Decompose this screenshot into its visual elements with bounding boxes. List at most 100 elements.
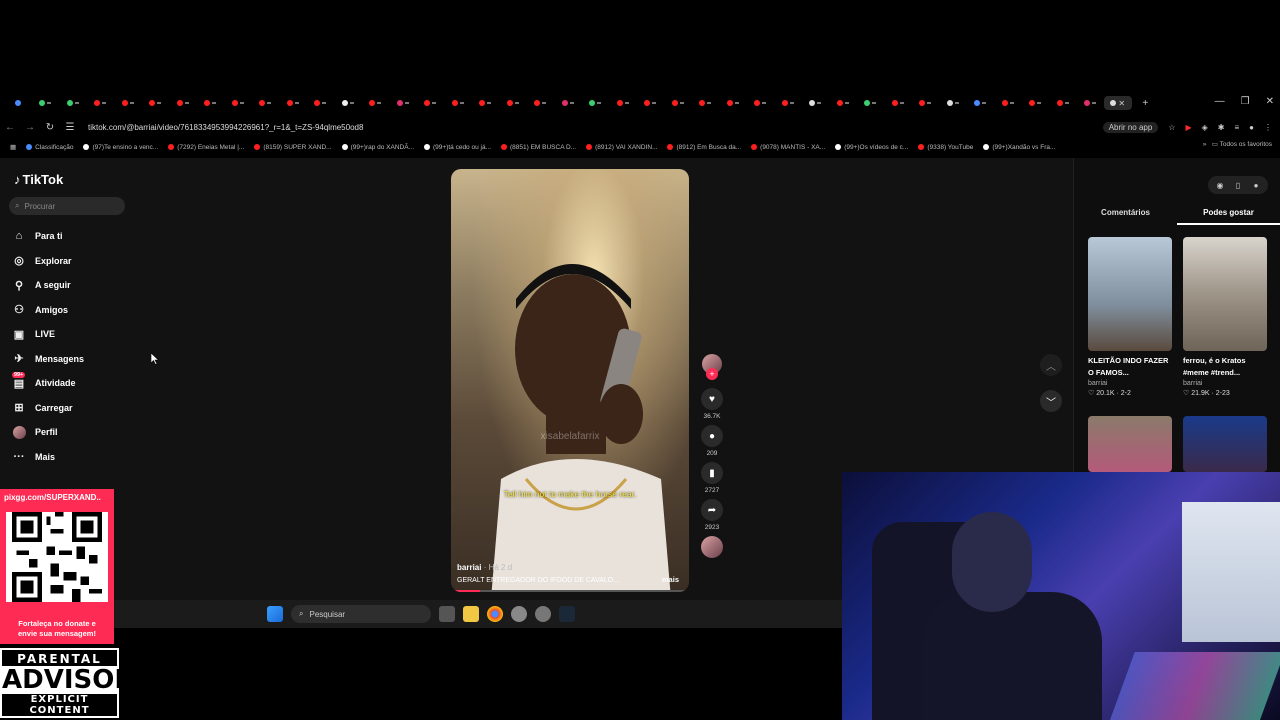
tab[interactable] [279,96,307,110]
recommended-video-card[interactable] [1183,416,1267,472]
site-info-icon[interactable]: ☰ [60,122,80,133]
tab[interactable] [912,96,940,110]
bookmark[interactable]: (8912) Em Busca da... [667,144,741,151]
reload-icon[interactable]: ↻ [40,122,60,133]
tab[interactable] [719,96,747,110]
tab[interactable] [554,96,582,110]
tab[interactable] [114,96,142,110]
tab-active[interactable]: ✕ [1104,96,1132,110]
windows-start-icon[interactable] [267,606,283,622]
tab[interactable] [1077,96,1105,110]
bookmark[interactable]: (8912) VAI XANDIN... [586,144,657,151]
menu-list-icon[interactable]: ≡ [1234,123,1239,132]
tab[interactable] [747,96,775,110]
tab[interactable] [142,96,170,110]
sidebar-item-mensagens[interactable]: ✈ Mensagens [12,347,142,372]
tab[interactable] [87,96,115,110]
chevron-up-icon[interactable]: ︿ [1040,354,1062,376]
tab[interactable] [32,96,60,110]
bookmark[interactable]: (99+)rap do XANDÃ... [341,144,414,151]
search-input[interactable]: ⌕ Procurar [9,197,125,215]
tab[interactable] [857,96,885,110]
tab-podes-gostar[interactable]: Podes gostar [1177,208,1280,225]
coin-icon[interactable]: ◉ [1214,179,1226,191]
video-author[interactable]: barriai [457,563,481,572]
music-disc[interactable] [699,536,725,558]
open-app-button[interactable]: Abrir no app [1102,121,1159,133]
recommended-video-card[interactable] [1088,416,1172,472]
tab[interactable] [802,96,830,110]
bookmark[interactable]: (9338) YouTube [918,144,973,151]
comment-action[interactable]: ● 209 [699,425,725,457]
tab[interactable] [967,96,995,110]
tab[interactable] [444,96,472,110]
sidebar-item-a-seguir[interactable]: ⚲ A seguir [12,273,142,298]
video-progress-bar[interactable] [451,590,689,592]
kebab-menu-icon[interactable]: ⋮ [1264,123,1272,132]
tab[interactable] [389,96,417,110]
sidebar-item-amigos[interactable]: ⚇ Amigos [12,298,142,323]
tab[interactable] [939,96,967,110]
share-action[interactable]: ➦ 2923 [699,499,725,531]
forward-icon[interactable]: → [20,122,40,133]
bookmark[interactable]: (9078) MANTIS - XA... [751,144,825,151]
tab[interactable] [59,96,87,110]
file-explorer-icon[interactable] [463,606,479,622]
tab[interactable] [197,96,225,110]
sidebar-item-carregar[interactable]: ⊞ Carregar [12,396,142,421]
taskbar-search[interactable]: ⌕ Pesquisar [291,605,431,623]
sidebar-item-atividade[interactable]: ▤ Atividade 99+ [12,371,142,396]
tab[interactable] [829,96,857,110]
chrome-icon[interactable] [487,606,503,622]
phone-icon[interactable]: ▯ [1232,179,1244,191]
tab[interactable] [307,96,335,110]
user-avatar[interactable]: ● [1250,179,1262,191]
tab[interactable] [1022,96,1050,110]
tab[interactable] [334,96,362,110]
task-view-icon[interactable] [439,606,455,622]
tab[interactable] [224,96,252,110]
tab[interactable] [664,96,692,110]
sidebar-item-perfil[interactable]: Perfil [12,420,142,445]
tab[interactable] [609,96,637,110]
bookmark[interactable]: (99+)Xandão vs Fra... [983,144,1055,151]
tab[interactable] [527,96,555,110]
extensions-puzzle-icon[interactable]: ✱ [1218,123,1225,132]
tiktok-logo[interactable]: ♪ TikTok [14,172,63,187]
video-player[interactable]: xisabelafarrix Tell him not to make the … [451,169,689,592]
extension-icon[interactable]: ◈ [1202,123,1208,132]
tab[interactable] [692,96,720,110]
recommended-video-card[interactable]: KLEITÃO INDO FAZER O FAMOS... barriai ♡ … [1088,237,1172,397]
sidebar-item-explorar[interactable]: ◎ Explorar [12,249,142,274]
like-action[interactable]: ♥ 36.7K [699,388,725,420]
bookmark[interactable]: (7292) Eneias Metal |... [168,144,244,151]
bookmark[interactable]: (99+)Os vídeos de c... [835,144,908,151]
app-icon[interactable] [511,606,527,622]
tab[interactable] [4,96,32,110]
sidebar-item-live[interactable]: ▣ LIVE [12,322,142,347]
minimize-icon[interactable]: — [1215,96,1225,107]
close-icon[interactable]: ✕ [1266,96,1274,107]
url-field[interactable]: tiktok.com/@barriai/video/76183349539942… [88,123,363,132]
tab[interactable] [582,96,610,110]
back-icon[interactable]: ← [0,122,20,133]
tab[interactable] [994,96,1022,110]
creator-avatar[interactable]: + [702,354,722,380]
sidebar-item-para-ti[interactable]: ⌂ Para ti [12,224,142,249]
tab[interactable] [884,96,912,110]
new-tab-icon[interactable]: + [1132,96,1160,110]
sidebar-item-mais[interactable]: ··· Mais [12,445,142,470]
apps-grid-icon[interactable]: ▦ [10,143,16,151]
bookmark[interactable]: (8851) EM BUSCA D... [501,144,576,151]
bookmark[interactable]: Classificação [26,144,73,151]
steam-icon[interactable] [559,606,575,622]
profile-avatar-icon[interactable]: ● [1249,123,1254,132]
bookmark[interactable]: (8159) SUPER XAND... [254,144,332,151]
tab[interactable] [169,96,197,110]
tab[interactable] [637,96,665,110]
save-action[interactable]: ▮ 2727 [699,462,725,494]
all-bookmarks-button[interactable]: » ▭ Todos os favoritos [1203,140,1272,148]
tab[interactable] [252,96,280,110]
bookmark-star-icon[interactable]: ☆ [1168,123,1175,132]
tab[interactable] [472,96,500,110]
